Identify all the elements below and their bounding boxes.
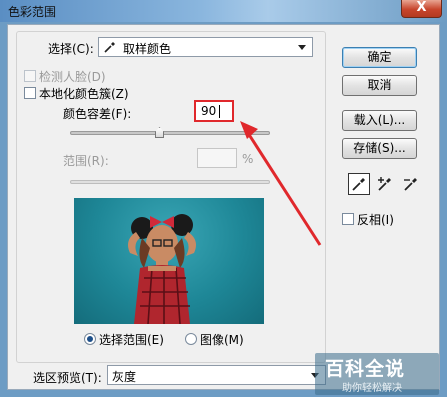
select-dropdown[interactable]: 取样颜色 (98, 37, 313, 57)
eyedropper-icon (352, 178, 365, 191)
eyedropper-minus-button[interactable] (400, 173, 422, 195)
page: { "window": { "title": "色彩范围", "close_la… (0, 0, 447, 397)
selection-view-label: 选择范围(E) (99, 333, 164, 347)
range-unit: % (242, 152, 254, 166)
localized-clusters-label: 本地化颜色簇(Z) (39, 87, 129, 101)
fuzziness-slider-track[interactable] (70, 131, 270, 135)
save-button[interactable]: 存储(S)... (342, 138, 417, 159)
window-title: 色彩范围 (8, 5, 57, 19)
invert-label: 反相(I) (357, 213, 394, 227)
range-slider-track (70, 180, 270, 184)
cancel-button[interactable]: 取消 (342, 75, 417, 96)
localized-clusters-checkbox[interactable] (24, 87, 36, 99)
preview-photo (128, 214, 196, 324)
color-range-dialog: 选择(C): 取样颜色 检测人脸(D) 本地化颜色簇(Z) 颜色容差(F): 9… (7, 24, 440, 395)
detect-faces-label: 检测人脸(D) (39, 70, 106, 84)
image-view-label: 图像(M) (200, 333, 244, 347)
eyedropper-icon (103, 40, 117, 57)
load-button[interactable]: 载入(L)... (342, 110, 417, 131)
chevron-down-icon (298, 45, 306, 50)
selection-view-radio[interactable] (84, 333, 96, 345)
selection-preview-value: 灰度 (112, 370, 137, 384)
watermark-title: 百科全说 (325, 358, 406, 380)
watermark-subtitle: 助你轻松解决 (342, 383, 402, 394)
fuzziness-label: 颜色容差(F): (63, 107, 132, 121)
text-caret (219, 105, 220, 118)
eyedropper-plus-button[interactable] (374, 173, 396, 195)
select-label: 选择(C): (48, 42, 94, 56)
range-input[interactable] (197, 148, 237, 168)
selection-preview-image[interactable] (74, 198, 264, 324)
fuzziness-value: 90 (201, 104, 217, 118)
ok-button[interactable]: 确定 (342, 47, 417, 68)
selection-preview-label: 选区预览(T): (33, 371, 102, 385)
eyedropper-button[interactable] (348, 173, 370, 195)
eyedropper-minus-icon (404, 178, 417, 191)
detect-faces-checkbox[interactable] (24, 70, 36, 82)
selection-preview-dropdown[interactable]: 灰度 (107, 365, 326, 385)
watermark-logo: 百科全说 助你轻松解决 (315, 353, 439, 395)
fuzziness-input[interactable]: 90 (194, 100, 234, 122)
close-button[interactable]: X (401, 0, 442, 18)
eyedropper-plus-icon (378, 177, 391, 191)
range-label: 范围(R): (63, 154, 109, 168)
image-view-radio[interactable] (185, 333, 197, 345)
invert-checkbox[interactable] (342, 213, 354, 225)
title-bar: 色彩范围 X (0, 0, 447, 22)
select-value: 取样颜色 (123, 42, 172, 56)
